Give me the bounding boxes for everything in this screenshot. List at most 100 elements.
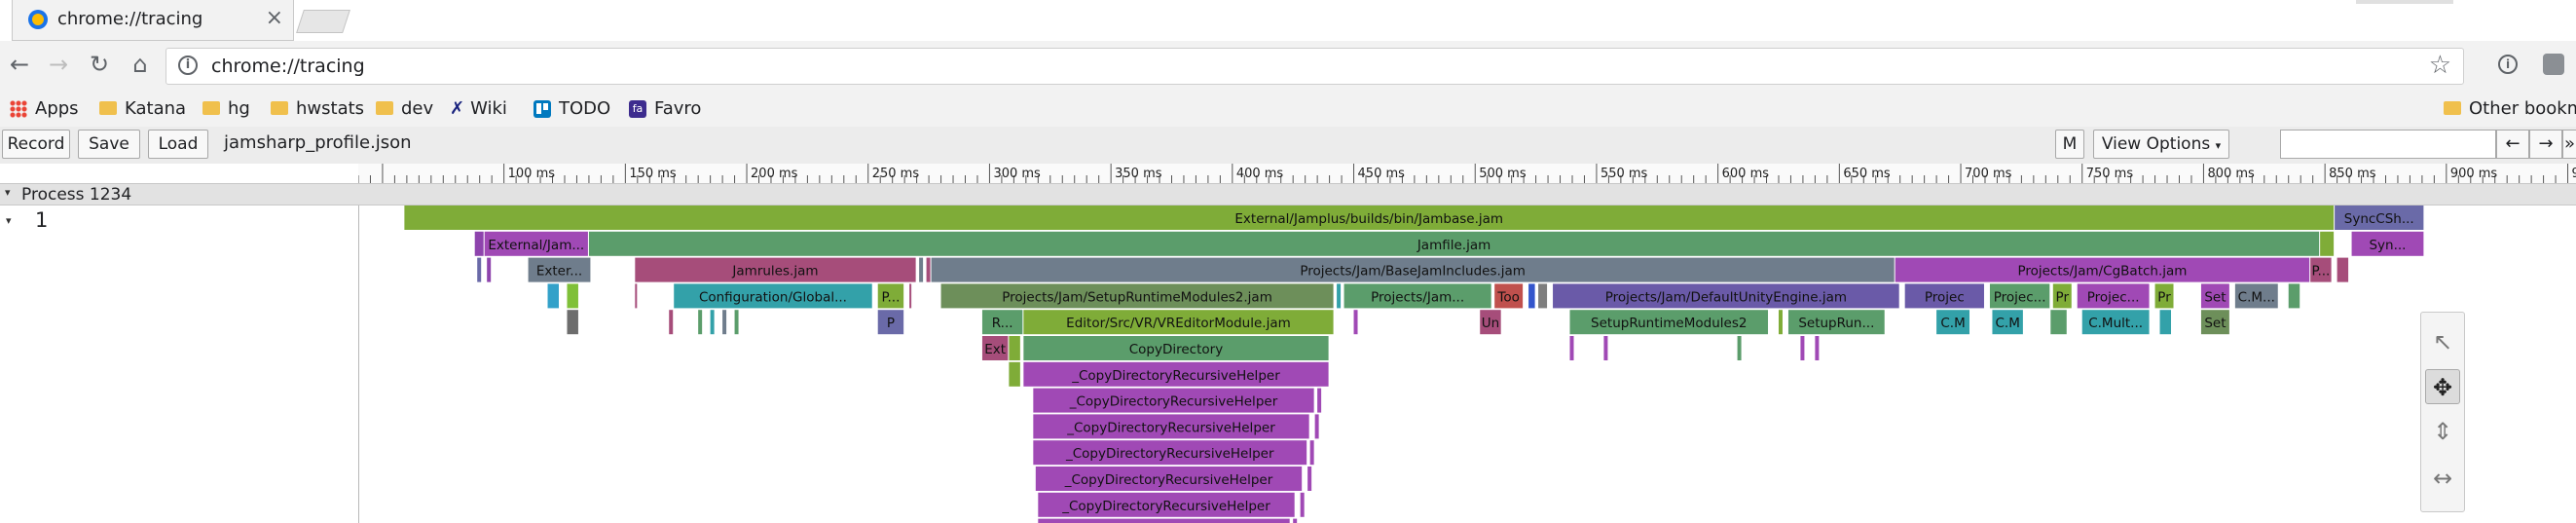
time-ruler[interactable]: 100 ms 150 ms 200 ms 250 ms 300 ms 350 ms 400 … bbox=[358, 164, 2576, 183]
trace-slice[interactable] bbox=[1314, 414, 1319, 439]
collapse-triangle-icon[interactable]: ▾ bbox=[6, 214, 12, 227]
trace-slice-label: Projects/Jam/DefaultUnityEngine.jam bbox=[1605, 289, 1847, 305]
trace-slice-label: _CopyDirectoryRecursiveHelper bbox=[1064, 472, 1273, 488]
record-button[interactable]: Record bbox=[2, 130, 70, 159]
trace-slice[interactable] bbox=[926, 257, 931, 282]
trace-slice[interactable] bbox=[1815, 336, 1820, 360]
trace-slice[interactable] bbox=[734, 310, 739, 335]
ruler-tick-label: 150 ms bbox=[629, 167, 677, 181]
find-next-button[interactable]: → bbox=[2529, 130, 2562, 159]
trace-slice[interactable] bbox=[1778, 310, 1783, 335]
collapse-triangle-icon[interactable]: ▾ bbox=[5, 186, 11, 199]
address-url[interactable]: chrome://tracing bbox=[211, 56, 365, 77]
trace-slice[interactable] bbox=[2337, 257, 2349, 282]
folder-icon bbox=[202, 101, 220, 115]
ruler-tick-label: 850 ms bbox=[2329, 167, 2376, 181]
selection-mode-icon[interactable]: ↖ bbox=[2425, 324, 2460, 359]
forward-arrow-icon[interactable]: → bbox=[45, 51, 72, 78]
trace-slice[interactable] bbox=[1009, 361, 1020, 387]
site-info-icon[interactable]: i bbox=[178, 56, 198, 75]
reload-icon[interactable]: ↻ bbox=[86, 51, 113, 78]
trace-slice[interactable] bbox=[1009, 336, 1020, 360]
ruler-tick-label: 650 ms bbox=[1843, 167, 1891, 181]
bookmark-label: TODO bbox=[559, 98, 611, 119]
bookmark-star-icon[interactable]: ☆ bbox=[2429, 51, 2451, 80]
wiki-icon: ✗ bbox=[450, 98, 465, 119]
metadata-m-button[interactable]: M bbox=[2055, 130, 2084, 159]
trace-slice[interactable] bbox=[477, 257, 482, 282]
dropdown-caret-icon: ▾ bbox=[2215, 139, 2222, 152]
trace-slice[interactable] bbox=[1300, 492, 1305, 517]
trace-slice[interactable] bbox=[669, 310, 674, 335]
trace-slice[interactable] bbox=[1737, 336, 1742, 360]
trace-slice-label: Set bbox=[2204, 289, 2226, 305]
folder-icon bbox=[2444, 101, 2461, 115]
bookmark-katana[interactable]: Katana bbox=[99, 97, 186, 121]
trace-slice[interactable] bbox=[1800, 336, 1805, 360]
bookmark-hg[interactable]: hg bbox=[202, 97, 250, 121]
trace-slice[interactable] bbox=[547, 283, 560, 309]
trace-slice[interactable] bbox=[2320, 231, 2335, 256]
ruler-tick-label: 200 ms bbox=[751, 167, 798, 181]
trace-slice-label: External/Jamplus/builds/bin/Jambase.jam bbox=[1234, 211, 1503, 227]
trace-slice[interactable] bbox=[1307, 467, 1312, 491]
trace-slice[interactable] bbox=[909, 283, 912, 309]
ruler-tick-label: 350 ms bbox=[1115, 167, 1162, 181]
new-tab-button[interactable] bbox=[296, 10, 350, 33]
trace-slice[interactable] bbox=[1528, 283, 1535, 309]
back-arrow-icon[interactable]: ← bbox=[6, 51, 33, 78]
trace-slice[interactable] bbox=[1569, 336, 1574, 360]
trace-slice[interactable] bbox=[2050, 310, 2067, 335]
trace-slice-label: Exter... bbox=[536, 264, 582, 280]
bookmark-dev[interactable]: dev bbox=[376, 97, 433, 121]
zoom-mode-icon[interactable]: ⇕ bbox=[2425, 414, 2460, 449]
bookmark-label: Apps bbox=[35, 98, 79, 119]
trace-slice[interactable] bbox=[2159, 310, 2172, 335]
favro-icon: fa bbox=[629, 100, 646, 118]
trace-slice[interactable] bbox=[1538, 283, 1548, 309]
trace-slice[interactable] bbox=[487, 257, 492, 282]
trace-slice[interactable] bbox=[1038, 518, 1290, 523]
pan-mode-icon[interactable]: ✥ bbox=[2425, 369, 2460, 404]
extension-info-icon[interactable]: i bbox=[2498, 55, 2518, 74]
address-bar[interactable]: i chrome://tracing ☆ bbox=[166, 48, 2464, 85]
bookmark-wiki[interactable]: ✗ Wiki bbox=[450, 97, 507, 121]
tab-close-icon[interactable]: × bbox=[266, 6, 283, 30]
trace-slice[interactable] bbox=[635, 283, 638, 309]
view-options-button[interactable]: View Options ▾ bbox=[2093, 130, 2229, 159]
trace-slice[interactable] bbox=[1353, 310, 1358, 335]
save-button[interactable]: Save bbox=[78, 130, 140, 159]
trace-slice[interactable] bbox=[1317, 388, 1322, 413]
trace-slice[interactable] bbox=[1603, 336, 1608, 360]
more-button[interactable]: » bbox=[2562, 130, 2576, 159]
trace-slice[interactable] bbox=[722, 310, 727, 335]
find-input[interactable] bbox=[2280, 130, 2496, 159]
ruler-tick-label: 800 ms bbox=[2207, 167, 2255, 181]
mouse-mode-selector[interactable]: ↖ ✥ ⇕ ↔ bbox=[2420, 312, 2465, 512]
extension-icon[interactable] bbox=[2543, 54, 2564, 75]
trace-slice[interactable] bbox=[1293, 518, 1298, 523]
trace-slice[interactable] bbox=[1309, 440, 1314, 466]
slice-track-area[interactable]: External/Jamplus/builds/bin/Jambase.jam S… bbox=[358, 205, 2576, 523]
trace-slice-label: CopyDirectory bbox=[1129, 342, 1223, 357]
trace-slice-label: C.Mult... bbox=[2088, 316, 2143, 331]
bookmark-favro[interactable]: fa Favro bbox=[629, 97, 701, 121]
tab-tracing[interactable]: chrome://tracing × bbox=[12, 0, 294, 41]
find-prev-button[interactable]: ← bbox=[2496, 130, 2529, 159]
trace-slice[interactable] bbox=[474, 231, 484, 256]
bookmark-todo[interactable]: TODO bbox=[534, 97, 610, 121]
bookmark-apps[interactable]: Apps bbox=[10, 97, 79, 121]
trace-slice[interactable] bbox=[567, 310, 578, 335]
trace-slice[interactable] bbox=[1337, 283, 1342, 309]
process-header[interactable]: ▾ Process 1234 bbox=[0, 183, 2576, 205]
timing-mode-icon[interactable]: ↔ bbox=[2425, 461, 2460, 496]
trace-slice[interactable] bbox=[698, 310, 703, 335]
bookmark-other[interactable]: Other bookmarks bbox=[2444, 97, 2576, 121]
trace-slice[interactable] bbox=[567, 283, 578, 309]
trace-slice[interactable] bbox=[710, 310, 715, 335]
bookmark-hwstats[interactable]: hwstats bbox=[271, 97, 364, 121]
trace-slice[interactable] bbox=[2288, 283, 2300, 309]
trace-slice[interactable] bbox=[919, 257, 924, 282]
load-button[interactable]: Load bbox=[148, 130, 208, 159]
home-icon[interactable]: ⌂ bbox=[127, 51, 154, 78]
